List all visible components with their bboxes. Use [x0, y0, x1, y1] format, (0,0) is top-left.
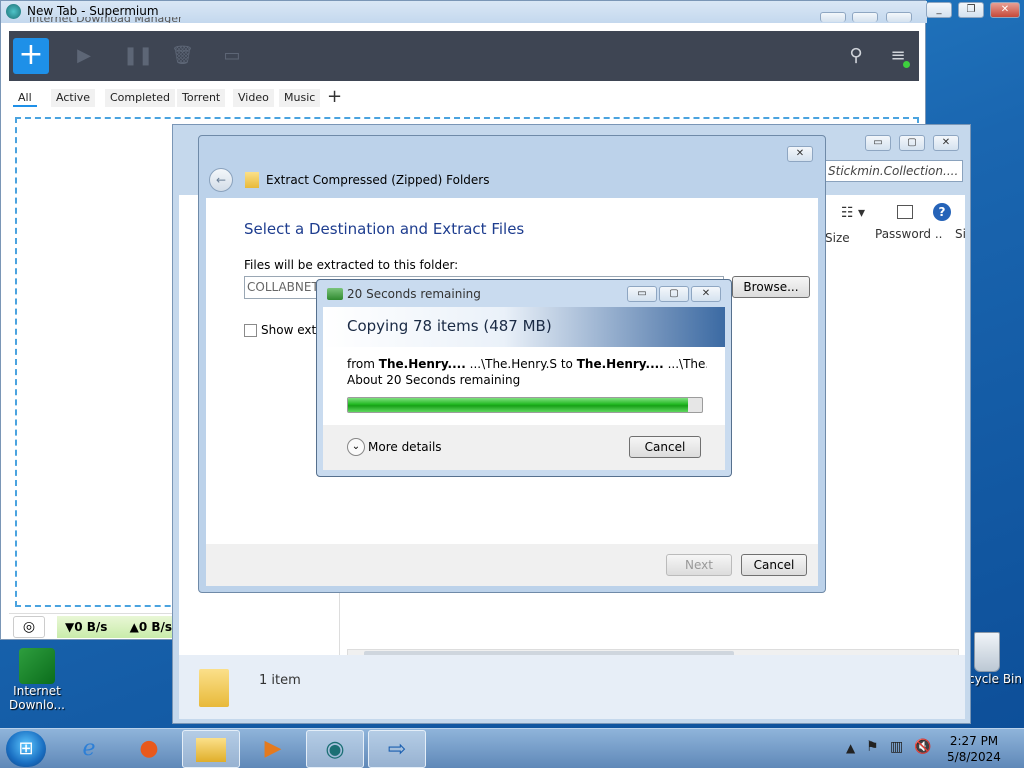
window-title: New Tab - Supermium [27, 4, 159, 18]
copy-cancel-button[interactable]: Cancel [629, 436, 701, 458]
clock-time: 2:27 PM [949, 734, 999, 748]
browser-maximize-button[interactable] [852, 12, 878, 22]
tab-active[interactable]: Active [51, 89, 96, 107]
tab-all[interactable]: All [13, 89, 37, 107]
browser-title-bar: New Tab - Supermium Internet Download Ma… [1, 1, 927, 23]
to-label: to [560, 357, 573, 371]
help-icon[interactable]: ? [933, 203, 951, 221]
from-path: ...\The.Henry.S [469, 357, 558, 371]
explorer-details-pane: 1 item [179, 655, 965, 719]
preview-pane-icon[interactable] [897, 205, 913, 219]
zip-icon [245, 172, 259, 188]
tab-music[interactable]: Music [279, 89, 321, 107]
idm-icon [19, 648, 55, 684]
internet-explorer-icon[interactable]: ℯ [60, 730, 118, 768]
next-button[interactable]: Next [666, 554, 732, 576]
copy-footer: ⌄ More details Cancel [323, 425, 725, 470]
show-files-checkbox[interactable] [244, 324, 257, 337]
explorer-close-button[interactable]: ✕ [933, 135, 959, 151]
to-path: ...\The.Henry.S [667, 357, 707, 371]
copy-maximize-button[interactable]: ▢ [659, 286, 689, 302]
firefox-icon[interactable]: ● [120, 730, 178, 768]
upload-speed: ▲0 B/s [129, 620, 173, 634]
download-speed: ▼0 B/s [65, 620, 108, 634]
idm-tab-bar: All Active Completed Torrent Video Music… [9, 87, 919, 111]
show-hidden-icons-icon[interactable]: ▲ [846, 741, 855, 755]
add-download-button[interactable]: + [13, 38, 49, 74]
window-subtitle: Internet Download Manager [29, 17, 183, 23]
item-count: 1 item [259, 673, 301, 688]
trash-icon[interactable]: 🗑 [171, 45, 194, 67]
to-name[interactable]: The.Henry.... [577, 357, 664, 371]
system-clock[interactable]: 2:27 PM 5/8/2024 [944, 733, 1004, 765]
folder-icon [196, 738, 226, 762]
folder-icon[interactable]: ▭ [221, 45, 243, 67]
explorer-search-box[interactable]: Stickmin.Collection.... [823, 160, 963, 182]
volume-muted-icon[interactable]: 🔇 [914, 739, 931, 755]
copy-heading: Copying 78 items (487 MB) [347, 317, 552, 335]
file-transfer-icon[interactable]: ⇨ [368, 730, 426, 768]
idm-desktop-label: Internet Downlo... [9, 684, 65, 712]
wizard-heading: Select a Destination and Extract Files [244, 220, 525, 238]
from-name[interactable]: The.Henry.... [379, 357, 466, 371]
copy-title: 20 Seconds remaining [347, 287, 481, 301]
copy-header: Copying 78 items (487 MB) [323, 307, 725, 347]
wizard-footer: Next Cancel [206, 544, 818, 586]
copy-close-button[interactable]: ✕ [691, 286, 721, 302]
wizard-cancel-button[interactable]: Cancel [741, 554, 807, 576]
idm-desktop-shortcut[interactable]: Internet Downlo... [2, 648, 72, 712]
browser-close-button[interactable] [886, 12, 912, 22]
chevron-down-icon[interactable]: ⌄ [347, 438, 365, 456]
column-size-header[interactable]: Size [825, 231, 850, 245]
supermium-taskbar-icon[interactable]: ◉ [306, 730, 364, 768]
column-password-header[interactable]: Password ... [875, 227, 943, 241]
copy-icon [327, 288, 343, 300]
taskbar: ⊞ ℯ ● ▶ ◉ ⇨ ▲ ⚑ ▥ 🔇 2:27 PM 5/8/2024 [0, 728, 1024, 768]
pause-icon[interactable]: ❚❚ [123, 45, 153, 67]
browser-minimize-button[interactable] [820, 12, 846, 22]
bg-restore-button[interactable]: ❐ [958, 2, 984, 18]
view-options-icon[interactable]: ☷ ▾ [841, 205, 865, 221]
copy-minimize-button[interactable]: ▭ [627, 286, 657, 302]
tab-completed[interactable]: Completed [105, 89, 175, 107]
copy-body: from The.Henry.... ...\The.Henry.S to Th… [323, 347, 725, 425]
wizard-close-button[interactable]: ✕ [787, 146, 813, 162]
from-label: from [347, 357, 375, 371]
files-extract-label: Files will be extracted to this folder: [244, 258, 459, 272]
explorer-minimize-button[interactable]: ▭ [865, 135, 891, 151]
bg-minimize-button[interactable]: _ [926, 2, 952, 18]
media-player-icon[interactable]: ▶ [244, 730, 302, 768]
copy-progress-dialog: 20 Seconds remaining ▭ ▢ ✕ Copying 78 it… [316, 279, 732, 477]
bg-close-button[interactable]: ✕ [990, 2, 1020, 18]
resume-icon[interactable]: ▶ [73, 45, 95, 67]
browse-button[interactable]: Browse... [732, 276, 810, 298]
back-arrow-icon[interactable]: ← [209, 168, 233, 192]
copy-from-to: from The.Henry.... ...\The.Henry.S to Th… [347, 357, 707, 371]
speed-limiter-icon[interactable]: ◎ [13, 616, 45, 638]
action-center-flag-icon[interactable]: ⚑ [866, 739, 879, 755]
wizard-title: Extract Compressed (Zipped) Folders [266, 173, 490, 187]
tab-video[interactable]: Video [233, 89, 274, 107]
zip-folder-icon [199, 669, 229, 707]
clock-date: 5/8/2024 [947, 750, 1001, 764]
copy-progress-bar [347, 397, 703, 413]
tab-torrent[interactable]: Torrent [177, 89, 226, 107]
add-tab-button[interactable]: + [327, 87, 342, 107]
search-icon[interactable]: ⚲ [845, 45, 867, 67]
supermium-icon [6, 4, 21, 19]
recycle-bin-icon [974, 632, 1000, 672]
column-size2-header[interactable]: Si [955, 227, 966, 241]
network-icon[interactable]: ▥ [890, 739, 903, 755]
start-button[interactable]: ⊞ [6, 731, 46, 767]
more-details-link[interactable]: More details [368, 440, 442, 454]
online-dot-icon [903, 61, 910, 68]
copy-progress-fill [348, 398, 688, 412]
explorer-taskbar-icon[interactable] [182, 730, 240, 768]
explorer-maximize-button[interactable]: ▢ [899, 135, 925, 151]
idm-toolbar: + ▶ ❚❚ 🗑 ▭ ⚲ ≡ [9, 31, 919, 81]
time-remaining: About 20 Seconds remaining [347, 373, 521, 387]
